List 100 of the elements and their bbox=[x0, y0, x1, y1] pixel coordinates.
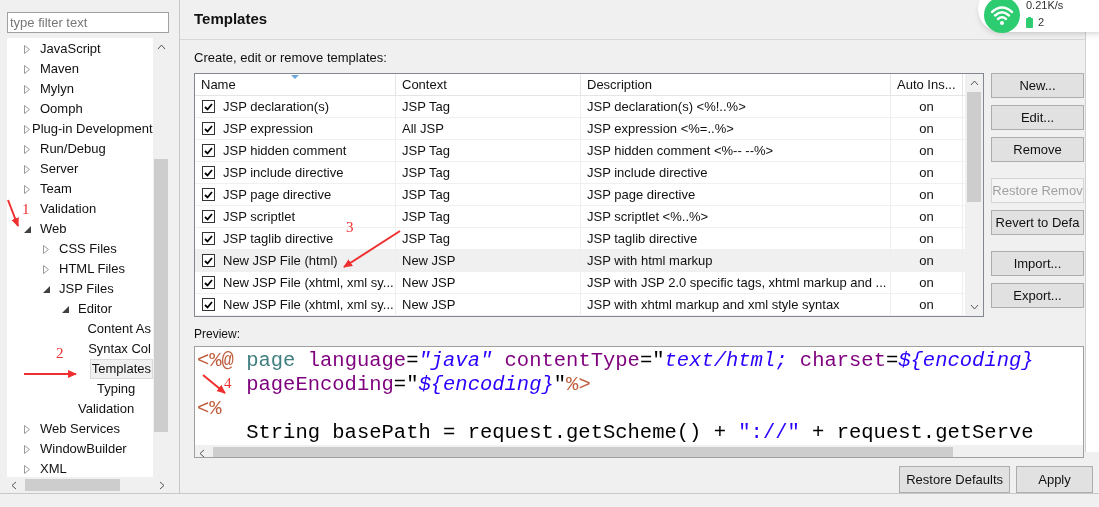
action-button[interactable]: New... bbox=[991, 73, 1084, 98]
checkbox[interactable] bbox=[202, 122, 215, 135]
page-title: Templates bbox=[194, 9, 268, 29]
table-row[interactable]: JSP expression All JSP JSP expression <%=..%> on bbox=[195, 118, 965, 140]
tree-item[interactable]: XML bbox=[38, 459, 69, 477]
device-count: 2 bbox=[1038, 15, 1045, 30]
table-row[interactable]: JSP page directive JSP Tag JSP page directive on bbox=[195, 184, 965, 206]
column-header[interactable]: Auto Ins... bbox=[891, 74, 963, 95]
scroll-down-icon[interactable] bbox=[969, 304, 979, 310]
tree-item[interactable]: CSS Files bbox=[57, 239, 119, 259]
table-cell-text: JSP hidden comment <%-- --%> bbox=[587, 141, 774, 160]
tree-item[interactable]: Web bbox=[38, 219, 69, 239]
table-cell-text: New JSP File (html) bbox=[223, 251, 338, 270]
column-header[interactable]: Context bbox=[396, 74, 581, 95]
table-cell-text: JSP Tag bbox=[402, 229, 450, 248]
checkbox[interactable] bbox=[202, 100, 215, 113]
tree-item[interactable]: Oomph bbox=[38, 99, 85, 119]
table-cell-text: JSP page directive bbox=[587, 185, 696, 204]
table-cell-text: JSP scriptlet bbox=[223, 207, 295, 226]
checkbox[interactable] bbox=[202, 232, 215, 245]
checkbox[interactable] bbox=[202, 144, 215, 157]
table-row[interactable]: New JSP File (html) New JSP JSP with html markup on bbox=[195, 250, 965, 272]
checkbox[interactable] bbox=[202, 188, 215, 201]
action-button[interactable]: Remove bbox=[991, 137, 1084, 162]
table-cell-text: New JSP File (xhtml, xml sy... bbox=[223, 273, 394, 292]
table-cell-text: JSP expression bbox=[223, 119, 314, 138]
tree-item[interactable]: HTML Files bbox=[57, 259, 127, 279]
table-cell-text: New JSP File (xhtml, xml sy... bbox=[223, 295, 394, 314]
table-row[interactable]: New JSP File (xhtml, xml sy... New JSP JSP with JSP 2.0 specific tags, xhtml markup and ... on bbox=[195, 272, 965, 294]
table-cell-text: on bbox=[919, 295, 934, 314]
annotation-number: 2 bbox=[56, 346, 64, 361]
tree-item[interactable]: Content As bbox=[85, 319, 153, 339]
tree-item[interactable]: JSP Files bbox=[57, 279, 116, 299]
footer-button[interactable]: Restore Defaults bbox=[899, 466, 1010, 493]
checkbox[interactable] bbox=[202, 298, 215, 311]
tree-item[interactable]: Typing bbox=[95, 379, 138, 399]
tree-item[interactable]: Server bbox=[38, 159, 81, 179]
tree-item[interactable]: Run/Debug bbox=[38, 139, 108, 159]
tree-item[interactable]: Mylyn bbox=[38, 79, 76, 99]
table-cell-text: JSP Tag bbox=[402, 141, 450, 160]
table-row[interactable]: JSP hidden comment JSP Tag JSP hidden comment <%-- --%> on bbox=[195, 140, 965, 162]
tree-item[interactable]: Web Services bbox=[38, 419, 122, 439]
scroll-up-icon[interactable] bbox=[156, 44, 166, 50]
table-cell-text: JSP include directive bbox=[223, 163, 344, 182]
scroll-up-icon[interactable] bbox=[969, 80, 979, 86]
filter-field[interactable]: type filter text bbox=[7, 12, 169, 33]
horizontal-scrollbar[interactable] bbox=[195, 445, 1083, 457]
annotation-number: 4 bbox=[224, 376, 232, 391]
column-header[interactable]: Description bbox=[581, 74, 891, 95]
scroll-left-icon[interactable] bbox=[199, 448, 205, 457]
tree-item[interactable]: Plug-in Development bbox=[30, 119, 153, 139]
tree-item[interactable]: JavaScript bbox=[38, 39, 103, 59]
expanded-arrow-icon[interactable] bbox=[24, 225, 31, 233]
action-button[interactable]: Export... bbox=[991, 283, 1084, 308]
code-line: pageEncoding="${encoding}"%> bbox=[246, 373, 591, 397]
checkbox[interactable] bbox=[202, 210, 215, 223]
code-line: String basePath = request.getScheme() + "://" + request.getServe bbox=[246, 421, 1034, 445]
table-cell-text: JSP taglib directive bbox=[223, 229, 334, 248]
scroll-right-icon[interactable] bbox=[159, 480, 165, 490]
table-cell-text: on bbox=[919, 185, 934, 204]
tree-item[interactable]: Templates bbox=[89, 359, 153, 379]
table-cell-text: New JSP bbox=[402, 273, 456, 292]
action-button[interactable]: Revert to Defa bbox=[991, 210, 1084, 235]
tree-item[interactable]: Maven bbox=[38, 59, 82, 79]
preview-label: Preview: bbox=[194, 326, 241, 343]
tree-item[interactable]: WindowBuilder bbox=[38, 439, 129, 459]
checkbox[interactable] bbox=[202, 166, 215, 179]
tree-item[interactable]: Syntax Col bbox=[86, 339, 153, 359]
table-cell-text: JSP Tag bbox=[402, 97, 450, 116]
action-button[interactable]: Edit... bbox=[991, 105, 1084, 130]
table-cell-text: All JSP bbox=[402, 119, 444, 138]
table-cell-text: JSP Tag bbox=[402, 163, 450, 182]
table-cell-text: New JSP bbox=[402, 251, 456, 270]
tree-item[interactable]: Validation bbox=[38, 199, 99, 219]
table-cell-text: on bbox=[919, 229, 934, 248]
table-cell-text: JSP declaration(s) <%!..%> bbox=[587, 97, 746, 116]
tree-item[interactable]: Editor bbox=[76, 299, 114, 319]
intro-text: Create, edit or remove templates: bbox=[194, 48, 388, 67]
checkbox[interactable] bbox=[202, 276, 215, 289]
speed-text: 0.21K/s bbox=[1026, 0, 1064, 13]
annotation-number: 1 bbox=[22, 202, 30, 217]
expanded-arrow-icon[interactable] bbox=[43, 285, 50, 293]
expanded-arrow-icon[interactable] bbox=[62, 305, 69, 313]
table-cell-text: JSP expression <%=..%> bbox=[587, 119, 734, 138]
table-row[interactable]: New JSP File (xhtml, xml sy... New JSP JSP with xhtml markup and xml style syntax on bbox=[195, 294, 965, 316]
action-button[interactable]: Import... bbox=[991, 251, 1084, 276]
tree-item[interactable]: Validation bbox=[76, 399, 137, 419]
table-cell-text: JSP taglib directive bbox=[587, 229, 698, 248]
tree-item[interactable]: Team bbox=[38, 179, 74, 199]
table-row[interactable]: JSP include directive JSP Tag JSP include directive on bbox=[195, 162, 965, 184]
table-cell-text: JSP with xhtml markup and xml style syntax bbox=[587, 295, 840, 314]
table-cell-text: on bbox=[919, 251, 934, 270]
footer-button[interactable]: Apply bbox=[1016, 466, 1093, 493]
table-cell-text: JSP hidden comment bbox=[223, 141, 347, 160]
vertical-scrollbar[interactable] bbox=[965, 74, 983, 316]
table-cell-text: JSP declaration(s) bbox=[223, 97, 329, 116]
table-row[interactable]: JSP declaration(s) JSP Tag JSP declaration(s) <%!..%> on bbox=[195, 96, 965, 118]
scroll-left-icon[interactable] bbox=[11, 480, 17, 490]
checkbox[interactable] bbox=[202, 254, 215, 267]
table-cell-text: on bbox=[919, 163, 934, 182]
